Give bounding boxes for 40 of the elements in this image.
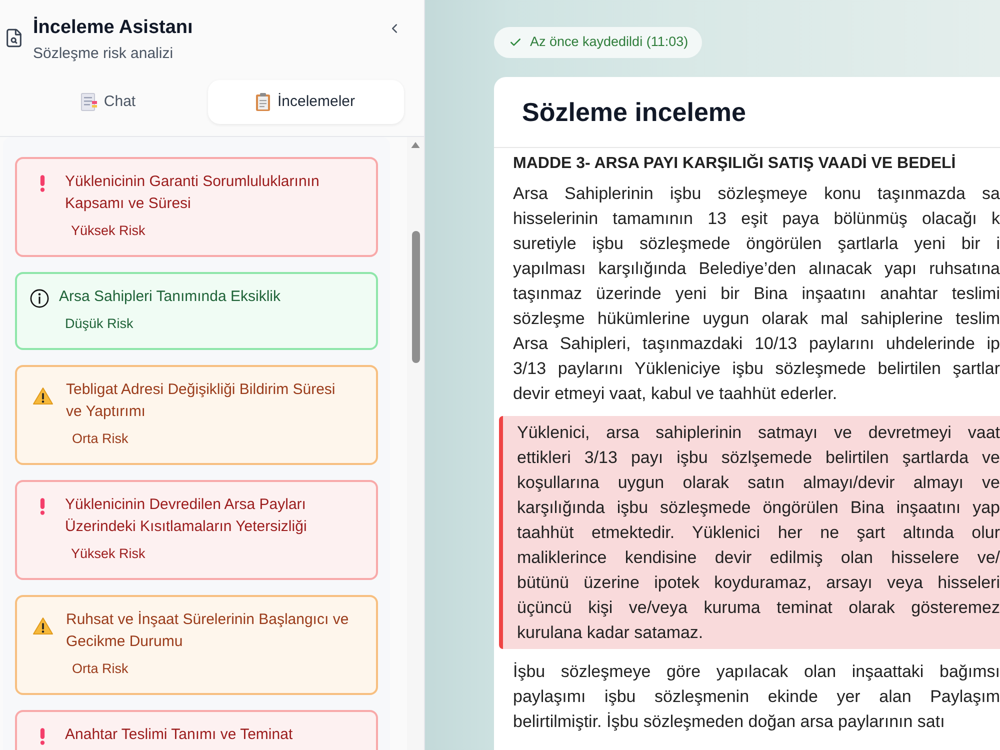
risk-level-label: Orta Risk bbox=[72, 660, 130, 678]
document-icon bbox=[80, 93, 97, 111]
warning-icon bbox=[33, 617, 53, 635]
finding-card[interactable]: Arsa Sahipleri Tanımında Eksiklik Düşük Risk bbox=[15, 272, 378, 350]
risk-level-label: Orta Risk bbox=[72, 430, 130, 448]
finding-title: Arsa Sahipleri Tanımında Eksiklik bbox=[59, 287, 280, 307]
exclamation-icon bbox=[40, 174, 45, 193]
document-search-icon bbox=[4, 27, 24, 49]
sidebar-title: İnceleme Asistanı bbox=[33, 18, 193, 38]
finding-card[interactable]: Anahtar Teslimi Tanımı ve Teminat bbox=[15, 710, 378, 750]
clipboard-icon bbox=[256, 93, 270, 111]
warning-icon bbox=[33, 387, 53, 405]
section-heading: MADDE 3- ARSA PAYI KARŞILIĞI SATIŞ VAADİ VE BEDELİ bbox=[512, 153, 957, 174]
risk-level-label: Düşük Risk bbox=[65, 315, 134, 333]
tab[interactable]: İncelemeler bbox=[208, 80, 404, 124]
finding-card[interactable]: Yüklenicinin Garanti Sorumluluklarının Kapsamı ve Süresi Yüksek Risk bbox=[15, 157, 378, 257]
finding-title: Tebligat Adresi Değişikliği Bildirim Süresi ve Yaptırımı bbox=[66, 380, 336, 422]
scrollbar[interactable] bbox=[407, 137, 424, 750]
finding-card[interactable]: Tebligat Adresi Değişikliği Bildirim Süresi ve Yaptırımı Orta Risk bbox=[15, 365, 378, 465]
document-title: Sözleme inceleme bbox=[522, 96, 746, 128]
finding-title: Yüklenicinin Devredilen Arsa Payları Üzerindeki Kısıtlamaların Yetersizliği bbox=[65, 495, 308, 537]
exclamation-icon bbox=[40, 497, 45, 516]
finding-title: Yüklenicinin Garanti Sorumluluklarının Kapsamı ve Süresi bbox=[65, 172, 320, 214]
check-icon bbox=[509, 36, 522, 49]
highlighted-paragraph: Yüklenici, arsa sahiplerinin satmayı ve devretmeyi vaat ettikleri 3/13 payı işbu sözlşemede belirtilen şartlarda ve koşullarına uygun olarak satın almayı/devir almayı ve karşılığında işbu sözleşmede öngörülen Bina inşaatını yap taahhüt etmektedir. Yüklenici her ne şart altında olur maliklerince kendisine devir edilmiş olan hisselere ve/ bütünü üzerine ipotek koyduramaz, arsayı veya hisseleri üçüncü kişi ve/veya kuruma teminat olarak gösteremez kurulana kadar satamaz. bbox=[499, 416, 1000, 649]
sidebar-subtitle: Sözleşme risk analizi bbox=[33, 44, 174, 64]
tab[interactable]: Chat bbox=[10, 80, 206, 124]
info-icon bbox=[30, 289, 49, 308]
risk-level-label: Yüksek Risk bbox=[71, 222, 146, 240]
save-status-text: Az önce kaydedildi (11:03) bbox=[530, 33, 688, 52]
scroll-up-arrow-icon[interactable] bbox=[411, 142, 420, 148]
finding-card[interactable]: Ruhsat ve İnşaat Sürelerinin Başlangıcı ve Gecikme Durumu Orta Risk bbox=[15, 595, 378, 695]
finding-card[interactable]: Yüklenicinin Devredilen Arsa Payları Üzerindeki Kısıtlamaların Yetersizliği Yüksek Risk bbox=[15, 480, 378, 580]
paragraph: İşbu sözleşmeye göre yapılacak olan inşaattaki bağımsı paylaşımı işbu sözleşmenin ekinde yer alan Paylaşım belirtilmiştir. İşbu sözleşmeden doğan arsa paylarının satı bbox=[512, 661, 1000, 733]
paragraph: Arsa Sahiplerinin işbu sözleşmeye konu taşınmazda sa hisselerinin tamamının 13 eşit paya bölünmüş olacağı k suretiyle işbu sözleşmede öngörülen şartlarla yeni bir i yapılması karşılığında Belediye’den alınacak yapı ruhsatına taşınmaz üzerinde yeni bir Bina inşaatını anahtar teslimi sözleşme hükümlerine uygun olarak mal sahiplerine teslim Arsa Sahipleri, taşınmazdaki 10/13 paylarını uhdelerinde ip 3/13 paylarını Yükleniciye işbu sözleşmede belirtilen şartlar devir etmeyi vaat, kabul ve taahhüt ederler. bbox=[512, 183, 1000, 405]
finding-title: Anahtar Teslimi Tanımı ve Teminat bbox=[65, 725, 293, 745]
risk-level-label: Yüksek Risk bbox=[71, 545, 146, 563]
finding-title: Ruhsat ve İnşaat Sürelerinin Başlangıcı ve Gecikme Durumu bbox=[66, 610, 350, 652]
exclamation-icon bbox=[40, 727, 45, 746]
scrollbar-thumb[interactable] bbox=[412, 231, 420, 363]
